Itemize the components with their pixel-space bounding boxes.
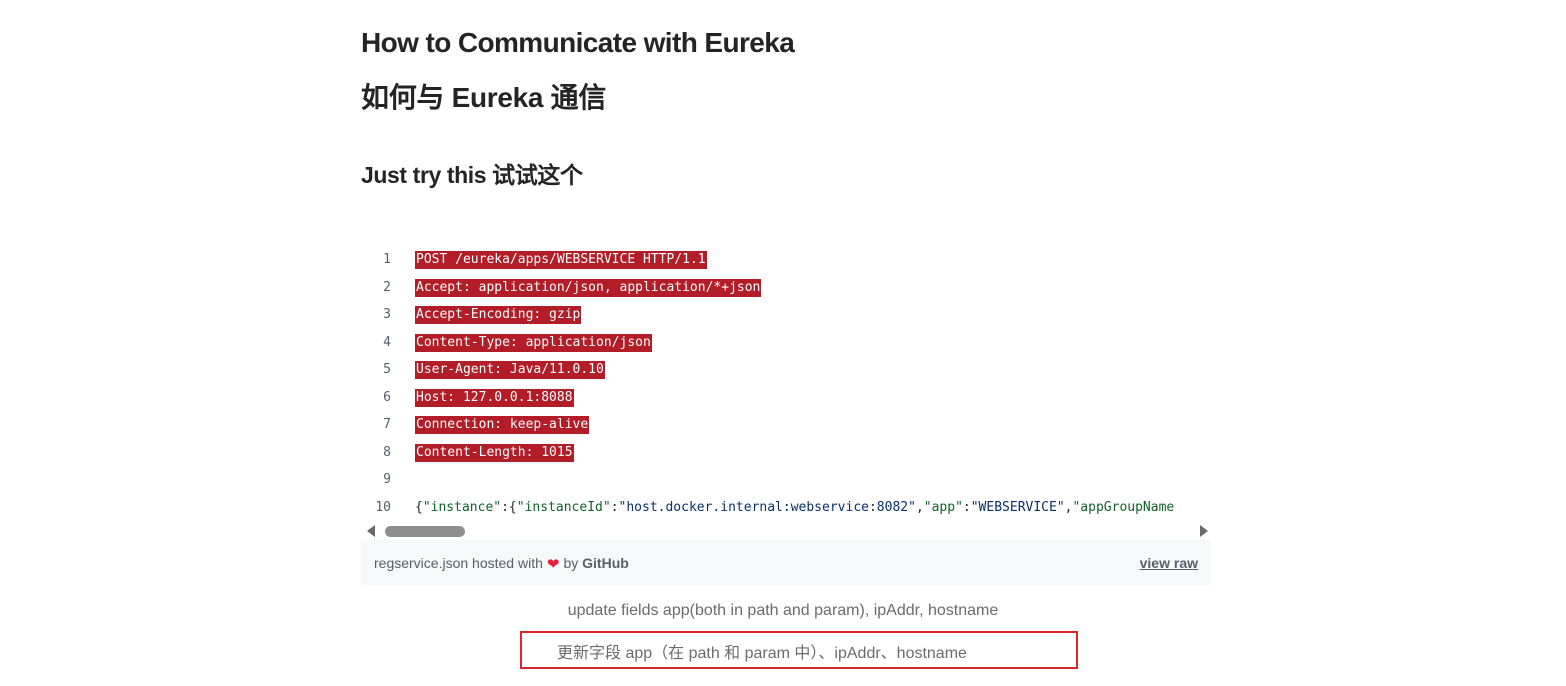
code-line: 1 POST /eureka/apps/WEBSERVICE HTTP/1.1 (361, 240, 1211, 269)
code-line: 4 Content-Type: application/json (361, 323, 1211, 352)
code-line: 10 {"instance":{"instanceId":"host.docke… (361, 488, 1211, 515)
gist-meta-bar: regservice.json hosted with ❤ by GitHub vi… (361, 540, 1211, 585)
horizontal-scrollbar[interactable] (361, 522, 1211, 539)
code-text: POST /eureka/apps/WEBSERVICE HTTP/1.1 (415, 251, 707, 269)
line-number: 10 (375, 499, 391, 515)
code-text: Content-Type: application/json (415, 333, 652, 352)
scroll-right-arrow-icon[interactable] (1200, 525, 1208, 537)
article-title: How to Communicate with Eureka (361, 27, 795, 58)
section-subtitle: Just try this 试试这个 (361, 162, 583, 188)
line-number: 6 (383, 389, 391, 405)
hosted-with-text: hosted with (472, 555, 543, 571)
line-number: 5 (383, 362, 391, 377)
line-number: 2 (383, 279, 391, 295)
line-number: 3 (383, 307, 391, 322)
code-text: Accept-Encoding: gzip (415, 306, 582, 324)
code-text-json: {"instance":{"instanceId":"host.docker.i… (415, 499, 1175, 515)
highlight-box: 更新字段 app（在 path 和 param 中）、ipAddr、hostna… (520, 631, 1078, 669)
line-number: 8 (383, 444, 391, 460)
code-text: Host: 127.0.0.1:8088 (415, 388, 574, 407)
code-line: 7 Connection: keep-alive (361, 405, 1211, 434)
line-number: 1 (383, 252, 391, 267)
code-line: 3 Accept-Encoding: gzip (361, 295, 1211, 324)
view-raw-link[interactable]: view raw (1140, 555, 1198, 571)
github-link[interactable]: GitHub (582, 555, 629, 571)
caption-chinese: 更新字段 app（在 path 和 param 中）、ipAddr、hostna… (557, 645, 967, 662)
line-number: 4 (383, 334, 391, 350)
scrollbar-thumb[interactable] (385, 526, 465, 537)
code-line: 8 Content-Length: 1015 (361, 433, 1211, 462)
by-text: by GitHub (563, 555, 629, 571)
caption-english: update fields app(both in path and param… (567, 602, 999, 619)
line-number: 7 (383, 417, 391, 432)
heart-icon: ❤ (546, 556, 560, 573)
github-gist-embed: 1 POST /eureka/apps/WEBSERVICE HTTP/1.1 … (361, 240, 1211, 585)
code-text: Content-Length: 1015 (415, 443, 574, 462)
gist-code-area[interactable]: 1 POST /eureka/apps/WEBSERVICE HTTP/1.1 … (361, 240, 1211, 522)
code-line: 9 (361, 460, 1211, 487)
code-line: 5 User-Agent: Java/11.0.10 (361, 350, 1211, 379)
code-line: 6 Host: 127.0.0.1:8088 (361, 378, 1211, 407)
code-text: Accept: application/json, application/*+… (415, 278, 762, 297)
scroll-left-arrow-icon[interactable] (367, 525, 375, 537)
line-number: 9 (383, 472, 391, 487)
article-title-chinese: 如何与 Eureka 通信 (361, 82, 607, 113)
code-line: 2 Accept: application/json, application/… (361, 268, 1211, 297)
code-text: User-Agent: Java/11.0.10 (415, 361, 605, 379)
code-text: Connection: keep-alive (415, 416, 590, 434)
gist-meta-info: regservice.json hosted with ❤ by GitHub (374, 555, 629, 573)
gist-filename-link[interactable]: regservice.json (374, 555, 468, 571)
